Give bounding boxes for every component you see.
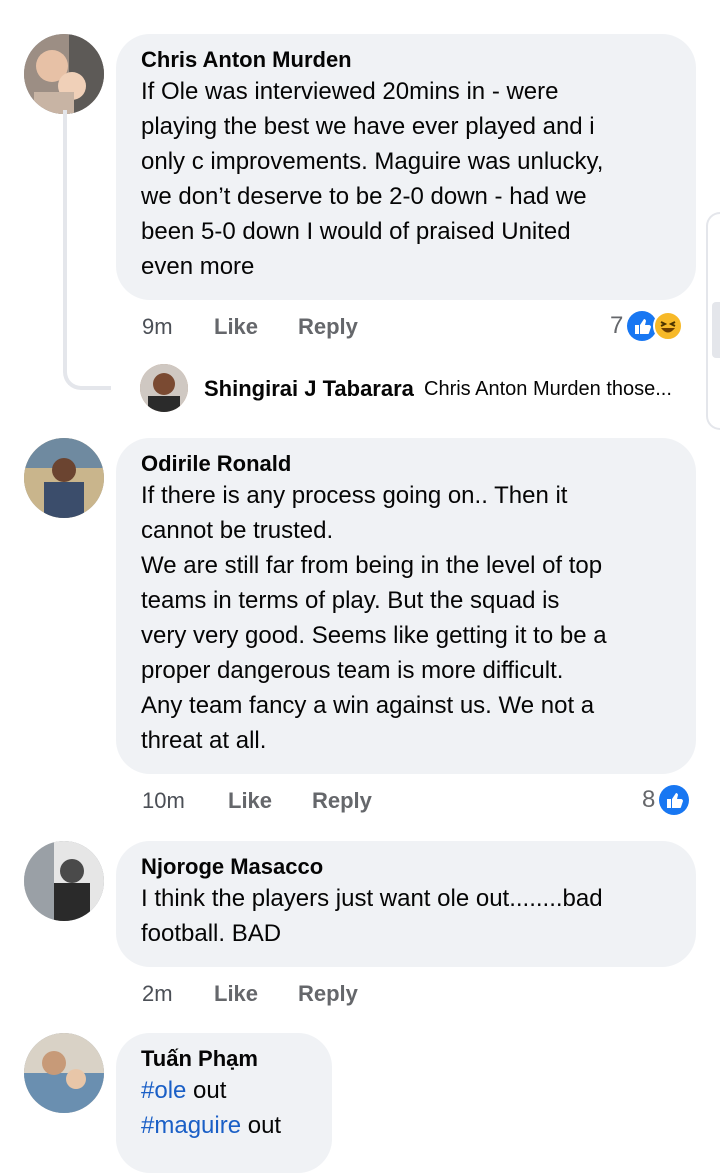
reaction-summary[interactable]: 8	[642, 785, 690, 815]
comment-author[interactable]: Tuấn Phạm	[141, 1045, 306, 1073]
comment-text: I think the players just want ole out...…	[141, 885, 603, 947]
comment-text: If Ole was interviewed 20mins in - were …	[141, 78, 604, 280]
avatar[interactable]	[24, 1033, 104, 1113]
like-button[interactable]: Like	[228, 788, 272, 814]
scrollbar-thumb[interactable]	[712, 302, 720, 358]
comment-text: If there is any process going on.. Then …	[141, 482, 607, 754]
reply-preview[interactable]: Shingirai J Tabarara Chris Anton Murden …	[140, 364, 710, 414]
thread-connector	[63, 110, 111, 390]
comment-timestamp[interactable]: 10m	[142, 788, 185, 814]
haha-icon	[653, 311, 684, 341]
like-icon	[659, 785, 690, 815]
reply-snippet: Chris Anton Murden those...	[424, 378, 672, 400]
comment-author[interactable]: Chris Anton Murden	[141, 46, 670, 74]
reply-button[interactable]: Reply	[312, 788, 372, 814]
like-button[interactable]: Like	[214, 981, 258, 1007]
comment-timestamp[interactable]: 2m	[142, 981, 173, 1007]
like-button[interactable]: Like	[214, 314, 258, 340]
comment-text: #ole out #maguire out	[141, 1073, 306, 1143]
reply-button[interactable]: Reply	[298, 981, 358, 1007]
comment-bubble: Tuấn Phạm #ole out #maguire out	[116, 1033, 332, 1173]
avatar[interactable]	[24, 438, 104, 518]
comment-bubble: Njoroge Masacco I think the players just…	[116, 841, 696, 967]
reply-author[interactable]: Shingirai J Tabarara	[204, 376, 414, 402]
avatar[interactable]	[24, 841, 104, 921]
avatar[interactable]	[140, 364, 188, 412]
reply-button[interactable]: Reply	[298, 314, 358, 340]
comment-text-fragment: out	[186, 1077, 227, 1104]
reaction-summary[interactable]: 7	[610, 311, 684, 341]
reaction-count: 7	[610, 312, 624, 339]
hashtag-link[interactable]: #ole	[141, 1077, 186, 1104]
hashtag-link[interactable]: #maguire	[141, 1112, 241, 1139]
avatar[interactable]	[24, 34, 104, 114]
comment-timestamp[interactable]: 9m	[142, 314, 173, 340]
reaction-count: 8	[642, 786, 656, 813]
comment-author[interactable]: Odirile Ronald	[141, 450, 670, 478]
comment-bubble: Odirile Ronald If there is any process g…	[116, 438, 696, 774]
comment-text-fragment: out	[241, 1112, 282, 1139]
comment-author[interactable]: Njoroge Masacco	[141, 853, 670, 881]
comment-bubble: Chris Anton Murden If Ole was interviewe…	[116, 34, 696, 300]
